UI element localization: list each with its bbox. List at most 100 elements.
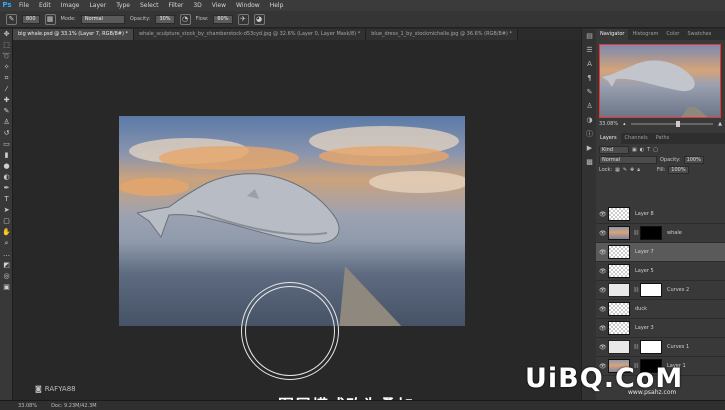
quick-select-tool-icon[interactable]: ✧ (0, 62, 13, 73)
zoom-slider-knob[interactable] (675, 121, 680, 127)
pressure-size-icon[interactable]: ◕ (253, 13, 265, 25)
layer-row[interactable]: 👁︎ Layer 7 (596, 243, 725, 262)
menu-window[interactable]: Window (231, 0, 265, 11)
history-panel-icon[interactable]: ▤ (582, 29, 597, 43)
lock-move-icon[interactable]: ✥ (630, 167, 634, 173)
layer-row[interactable]: 👁︎ ⛓ whale (596, 224, 725, 243)
airbrush-icon[interactable]: ✈ (237, 13, 249, 25)
visibility-eye-icon[interactable]: 👁︎ (599, 287, 607, 294)
navigator-zoom-slider[interactable] (630, 121, 714, 127)
color-swatches-icon[interactable]: ◩ (0, 260, 13, 271)
filter-shape-icon[interactable]: ▢ (653, 147, 658, 153)
filter-type-icon[interactable]: T (647, 147, 650, 153)
lasso-tool-icon[interactable]: ➰ (0, 51, 13, 62)
character-panel-icon[interactable]: A (582, 57, 597, 71)
actions-panel-icon[interactable]: ▶ (582, 141, 597, 155)
visibility-eye-icon[interactable]: 👁︎ (599, 325, 607, 332)
visibility-eye-icon[interactable]: 👁︎ (599, 230, 607, 237)
filter-pixel-icon[interactable]: ▣ (632, 147, 637, 153)
document-tab[interactable]: blue_dress_1_by_stockmichelle.jpg @ 36.6… (366, 29, 518, 40)
move-tool-icon[interactable]: ✥ (0, 29, 13, 40)
gradient-tool-icon[interactable]: ▮ (0, 150, 13, 161)
eraser-tool-icon[interactable]: ▭ (0, 139, 13, 150)
panel-tab-swatches[interactable]: Swatches (683, 29, 715, 40)
marquee-tool-icon[interactable]: ⬚ (0, 40, 13, 51)
opacity-field[interactable]: 30% (155, 14, 175, 24)
healing-tool-icon[interactable]: ✚ (0, 95, 13, 106)
brush-settings-icon[interactable]: ✎ (582, 85, 597, 99)
visibility-eye-icon[interactable]: 👁︎ (599, 249, 607, 256)
paragraph-panel-icon[interactable]: ¶ (582, 71, 597, 85)
menu-type[interactable]: Type (111, 0, 135, 11)
layer-mask-thumbnail[interactable] (640, 340, 662, 354)
blur-tool-icon[interactable]: ● (0, 161, 13, 172)
layer-opacity-field[interactable]: 100% (683, 156, 704, 164)
document-tab[interactable]: big whale.psd @ 33.1% (Layer 7, RGB/8#) … (13, 29, 135, 40)
brush-tool-icon[interactable]: ✎ (6, 13, 17, 25)
lock-transparent-icon[interactable]: ▦ (615, 167, 620, 173)
visibility-eye-icon[interactable]: 👁︎ (599, 306, 607, 313)
blend-mode-select[interactable]: Normal (599, 156, 657, 164)
status-zoom[interactable]: 33.08% (18, 401, 37, 410)
mask-link-icon[interactable]: ⛓ (633, 230, 639, 236)
layer-mask-thumbnail[interactable] (640, 283, 662, 297)
properties-panel-icon[interactable]: ☰ (582, 43, 597, 57)
dodge-tool-icon[interactable]: ◐ (0, 172, 13, 183)
menu-edit[interactable]: Edit (34, 0, 56, 11)
layer-mask-thumbnail[interactable] (640, 226, 662, 240)
type-tool-icon[interactable]: T (0, 194, 13, 205)
lock-paint-icon[interactable]: ✎ (623, 167, 627, 173)
visibility-eye-icon[interactable]: 👁︎ (599, 268, 607, 275)
menu-filter[interactable]: Filter (164, 0, 189, 11)
menu-select[interactable]: Select (135, 0, 164, 11)
fill-field[interactable]: 100% (668, 166, 689, 174)
brush-tool-icon[interactable]: ✎ (0, 106, 13, 117)
layer-filter-kind[interactable]: Kind (599, 146, 629, 154)
crop-tool-icon[interactable]: ⌗ (0, 73, 13, 84)
menu-image[interactable]: Image (56, 0, 85, 11)
panel-tab-paths[interactable]: Paths (652, 133, 674, 144)
shape-tool-icon[interactable]: ▢ (0, 216, 13, 227)
screen-mode-icon[interactable]: ▣ (0, 282, 13, 293)
panel-tab-channels[interactable]: Channels (621, 133, 652, 144)
history-brush-icon[interactable]: ↺ (0, 128, 13, 139)
layer-row[interactable]: 👁︎ Layer 3 (596, 319, 725, 338)
panel-tab-histogram[interactable]: Histogram (628, 29, 662, 40)
zoom-in-icon[interactable]: ▲ (718, 121, 722, 127)
panel-tab-color[interactable]: Color (662, 29, 683, 40)
adjustments-icon[interactable]: ◑ (582, 113, 597, 127)
stamp-tool-icon[interactable]: ♙ (0, 117, 13, 128)
info-panel-icon[interactable]: ⓘ (582, 127, 597, 141)
zoom-tool-icon[interactable]: ⌕ (0, 238, 13, 249)
brush-size-picker[interactable]: 800 (22, 14, 40, 24)
canvas-workspace[interactable]: ◙ RAFYA88 图层模式改为叠加 (13, 40, 581, 400)
path-select-tool-icon[interactable]: ➤ (0, 205, 13, 216)
panel-tab-layers[interactable]: Layers (596, 133, 621, 144)
pressure-opacity-icon[interactable]: ◔ (179, 13, 191, 25)
zoom-out-icon[interactable]: ▴ (623, 121, 626, 127)
navigator-preview[interactable] (599, 44, 721, 118)
visibility-eye-icon[interactable]: 👁︎ (599, 344, 607, 351)
menu-3d[interactable]: 3D (188, 0, 206, 11)
filter-adjust-icon[interactable]: ◐ (640, 147, 644, 153)
layer-row[interactable]: 👁︎ Layer 5 (596, 262, 725, 281)
eyedropper-tool-icon[interactable]: ⁄ (0, 84, 13, 95)
clone-source-icon[interactable]: ♙ (582, 99, 597, 113)
menu-file[interactable]: File (14, 0, 34, 11)
styles-panel-icon[interactable]: ▩ (582, 155, 597, 169)
layer-row[interactable]: 👁︎ ⛓ Curves 2 (596, 281, 725, 300)
lock-all-icon[interactable]: 🔒︎ (637, 167, 640, 173)
hand-tool-icon[interactable]: ✋ (0, 227, 13, 238)
brush-panel-icon[interactable]: ▦ (44, 13, 56, 25)
mode-select[interactable]: Normal (80, 14, 125, 24)
layer-row[interactable]: 👁︎ duck (596, 300, 725, 319)
menu-layer[interactable]: Layer (84, 0, 111, 11)
visibility-eye-icon[interactable]: 👁︎ (599, 211, 607, 218)
layer-row[interactable]: 👁︎ ⛓ Curves 1 (596, 338, 725, 357)
pen-tool-icon[interactable]: ✒ (0, 183, 13, 194)
layer-row[interactable]: 👁︎ Layer 8 (596, 205, 725, 224)
document-tab[interactable]: whale_sculpture_stock_by_chamberstock-d5… (134, 29, 367, 40)
panel-tab-navigator[interactable]: Navigator (596, 29, 629, 40)
mask-link-icon[interactable]: ⛓ (633, 287, 639, 293)
quick-mask-icon[interactable]: ◎ (0, 271, 13, 282)
